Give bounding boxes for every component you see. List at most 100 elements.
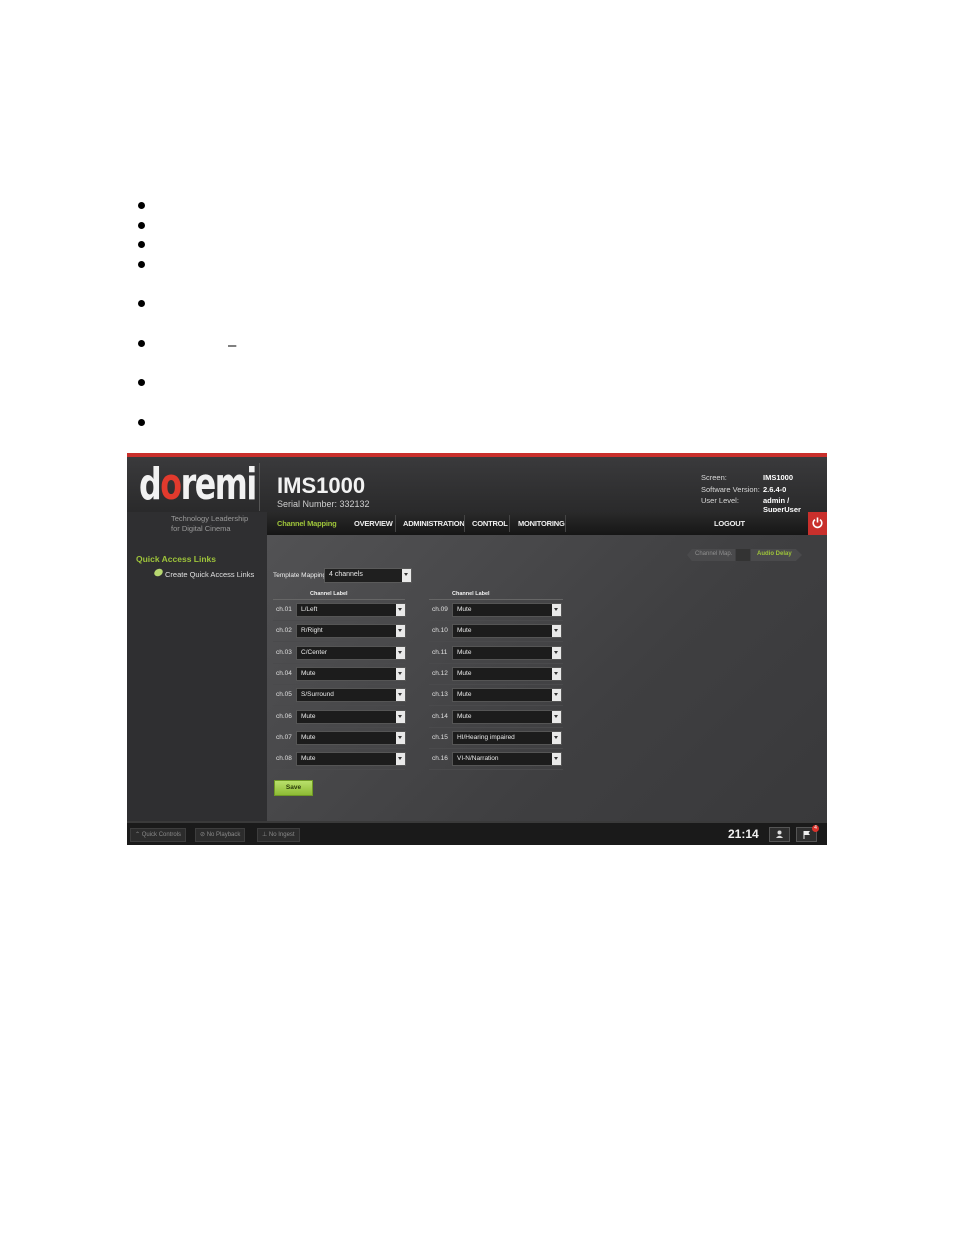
playback-status[interactable]: ⊘ No Playback	[195, 828, 246, 842]
channel-label-value: Mute	[457, 606, 472, 613]
save-button[interactable]: Save	[274, 780, 313, 796]
channel-number: ch.07	[276, 733, 292, 741]
channel-label-value: Mute	[457, 648, 472, 656]
clock: 21:14	[728, 827, 759, 841]
channel-number: ch.09	[432, 606, 448, 613]
channel-label-select[interactable]: Mute	[296, 752, 406, 767]
channel-mapping-panel: Channel Map. Audio Delay Template Mappin…	[267, 535, 827, 821]
channel-label-value: Mute	[301, 755, 316, 763]
channel-number: ch.12	[432, 669, 448, 677]
audio-delay-toggle-label: Audio Delay	[757, 551, 792, 557]
user-icon[interactable]	[769, 827, 790, 842]
channel-label-select[interactable]: Mute	[296, 730, 406, 745]
doremi-logo: doremi	[139, 459, 257, 510]
row-divider	[429, 726, 563, 728]
channel-label-value: Mute	[457, 712, 472, 720]
chevron-down-icon	[396, 625, 405, 638]
channel-number: ch.05	[276, 691, 292, 699]
quick-access-title: Quick Access Links	[136, 554, 217, 564]
bullet-list	[138, 196, 538, 436]
create-quick-access-link[interactable]: Create Quick Access Links	[165, 570, 254, 579]
power-button[interactable]	[808, 512, 827, 535]
channel-label-select[interactable]: Mute	[296, 666, 406, 681]
channel-number: ch.06	[276, 712, 292, 720]
audio-delay-toggle[interactable]: Audio Delay	[751, 549, 802, 561]
tab-control[interactable]: CONTROL	[472, 512, 508, 535]
channel-label-select[interactable]: Mute	[452, 624, 562, 639]
channel-label-value: C/Center	[301, 648, 328, 656]
channel-number: ch.15	[432, 733, 448, 741]
channel-number: ch.02	[276, 627, 292, 635]
app-header: doremi IMS1000 Serial Number: 332132 Scr…	[127, 457, 827, 514]
row-divider	[273, 641, 405, 643]
header-rule	[429, 599, 563, 600]
chevron-down-icon	[402, 569, 411, 582]
channel-label-select[interactable]: HI/Hearing impaired	[452, 730, 562, 745]
ingest-label: No Ingest	[268, 832, 295, 838]
tab-monitoring[interactable]: MONITORING	[518, 512, 565, 535]
channel-number: ch.14	[432, 712, 448, 720]
quick-controls-label: Quick Controls	[141, 832, 182, 838]
channel-label-value: Mute	[301, 669, 316, 677]
channel-label-select[interactable]: S/Surround	[296, 688, 406, 703]
template-mapping-select[interactable]: 4 channels	[324, 568, 412, 583]
channel-label-value: R/Right	[301, 627, 323, 635]
channel-label-value: HI/Hearing impaired	[457, 733, 515, 741]
device-name: IMS1000	[277, 473, 366, 498]
ingest-status[interactable]: ⊥ No Ingest	[257, 828, 300, 842]
row-divider	[429, 747, 563, 749]
column-header-right: Channel Label	[452, 591, 490, 597]
tab-overview[interactable]: OVERVIEW	[354, 512, 393, 535]
info-value-software: 2.6.4-0	[763, 485, 787, 494]
channel-label-select[interactable]: R/Right	[296, 624, 406, 639]
nav-divider	[395, 515, 396, 532]
channel-label-select[interactable]: Mute	[452, 666, 562, 681]
channel-number: ch.01	[276, 606, 292, 613]
channel-label-select[interactable]: Mute	[452, 603, 562, 617]
channel-map-toggle[interactable]: Channel Map.	[687, 549, 735, 561]
row-divider	[273, 705, 405, 707]
toggle-switch[interactable]	[736, 549, 750, 561]
channel-label-value: VI-N/Narration	[457, 755, 499, 763]
chevron-down-icon	[396, 604, 405, 616]
channel-label-select[interactable]: L/Left	[296, 603, 406, 617]
nav-divider	[509, 515, 510, 532]
channel-label-select[interactable]: Mute	[452, 688, 562, 703]
channel-map-toggle-label: Channel Map.	[695, 551, 733, 557]
tab-channel-mapping[interactable]: Channel Mapping	[277, 512, 337, 535]
channel-number: ch.08	[276, 755, 292, 763]
tab-administration[interactable]: ADMINISTRATION	[403, 512, 465, 535]
info-label-user: User Level:	[701, 496, 739, 505]
chevron-down-icon	[396, 710, 405, 723]
chevron-down-icon	[396, 753, 405, 766]
nav-divider	[464, 515, 465, 532]
ims-app-window: doremi IMS1000 Serial Number: 332132 Scr…	[127, 453, 827, 845]
status-bar: ⌃ Quick Controls ⊘ No Playback ⊥ No Inge…	[127, 821, 827, 845]
chevron-down-icon	[396, 667, 405, 680]
template-mapping-value: 4 channels	[329, 571, 363, 578]
chevron-down-icon	[396, 689, 405, 702]
row-divider	[273, 726, 405, 728]
playback-label: No Playback	[206, 832, 241, 838]
channel-label-select[interactable]: VI-N/Narration	[452, 752, 562, 767]
channel-label-value: L/Left	[301, 606, 318, 613]
nav-divider	[565, 515, 566, 532]
logout-link[interactable]: LOGOUT	[714, 512, 745, 535]
channel-label-select[interactable]: Mute	[296, 709, 406, 724]
channel-label-select[interactable]: Mute	[452, 709, 562, 724]
column-header-left: Channel Label	[310, 591, 348, 597]
bullet	[138, 300, 145, 307]
row-divider	[429, 662, 563, 664]
channel-label-select[interactable]: C/Center	[296, 645, 406, 660]
power-icon	[812, 517, 823, 529]
bullet	[138, 241, 145, 248]
info-label-screen: Screen:	[701, 473, 727, 482]
bullet	[138, 222, 145, 229]
chevron-down-icon	[552, 710, 561, 723]
header-divider	[259, 463, 260, 511]
row-divider	[273, 662, 405, 664]
channel-label-select[interactable]: Mute	[452, 645, 562, 660]
quick-controls-button[interactable]: ⌃ Quick Controls	[130, 828, 187, 842]
chevron-down-icon	[396, 731, 405, 744]
bullet	[138, 340, 145, 347]
